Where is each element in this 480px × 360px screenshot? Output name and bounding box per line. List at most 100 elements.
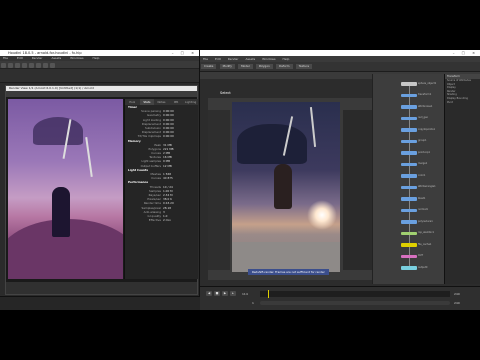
tool-icon[interactable] [8,62,13,68]
left-title-bar: Houdini 18.0.5 - arnold-for-houdini - fx… [0,50,199,56]
tool-icon[interactable] [36,62,41,68]
menu-render[interactable]: Render [32,56,43,60]
network-node-label: output0 [418,265,428,269]
timeline-cursor[interactable] [268,290,269,298]
menu-windows[interactable]: Windows [262,57,275,61]
tool-icon[interactable] [50,62,55,68]
viewport-label: Select [220,91,231,95]
tool-icon[interactable] [22,62,27,68]
viewport-caption: Redshift-render. Frames are not sufficie… [248,269,329,275]
network-node-label: blast1 [418,196,426,200]
menu-edit[interactable]: Edit [215,57,221,61]
right-title-bar: – □ × [200,50,480,56]
network-node-label: rop_alembic1 [418,231,435,234]
render-view-toolbar[interactable] [6,91,197,97]
frame-end: 240 [454,292,460,296]
tool-icon[interactable] [15,62,20,68]
network-view[interactable]: sphere_object1 transform1 attribnoise1 null… [372,74,444,284]
left-app-window: Houdini 18.0.5 - arnold-for-houdini - fx… [0,50,200,310]
current-frame[interactable]: 114 [242,292,248,296]
viewport-right-toolstrip[interactable] [343,110,373,270]
network-wire [408,189,410,197]
letterbox-bottom [0,310,480,360]
network-node-label: sphere_object1 [418,81,437,85]
render-preview [232,102,340,272]
scene-viewport[interactable]: Select Redshift-render. Frames are not s… [208,90,373,280]
network-wire [408,166,410,174]
person-figure [274,164,292,209]
network-wire [408,143,410,151]
frame-range-slider[interactable] [260,301,450,305]
left-toolbar [0,61,199,69]
network-node-label: color1 [418,173,426,177]
window-controls[interactable]: – □ × [172,50,197,56]
step-forward-button[interactable]: ▸ [230,291,236,296]
menu-assets[interactable]: Assets [51,56,61,60]
stats-value: 2 min [163,218,171,223]
staff-shape [309,107,317,147]
render-stats-panel: Pool Stats Notes IPR Lighting Timer Scene… [124,99,198,279]
menu-help[interactable]: Help [93,56,100,60]
stats-list: Timer Scene parsing 0:00:00 Geometry 0:00:00… [125,105,198,222]
tool-icon[interactable] [1,62,6,68]
render-view-window: Render View 1/1 (Arnold 6.0.1.0) [Untitl… [5,85,198,295]
shelf-tab-polygon[interactable]: Polygon [255,64,273,69]
network-node-label: merge1 [418,162,428,165]
left-window-title: Houdini 18.0.5 - arnold-for-houdini - fx… [8,51,82,55]
shelf-tab-modify[interactable]: Modify [219,64,235,69]
network-node-label: file_cache1 [418,242,432,246]
render-status-bar [6,282,197,294]
network-node-label: pointvop1 [418,150,431,154]
cloud-shape [237,124,307,164]
tool-icon[interactable] [29,62,34,68]
network-node[interactable] [401,266,417,270]
play-button[interactable]: ▶ [222,291,228,296]
menu-file[interactable]: File [3,56,8,60]
playbar: ◀ ■ ▶ ▸ 114 240 1 240 [200,286,480,310]
right-shelf: Create Modify Model Polygon Deform Textu… [200,62,480,72]
network-wire [408,120,410,128]
network-node-label: null_geo [418,116,429,119]
play-back-button[interactable]: ◀ [206,291,212,296]
left-timeline[interactable] [0,296,200,310]
shelf-tab-create[interactable]: Create [201,64,217,69]
right-app-window: – □ × File Edit Render Assets Windows He… [200,50,480,310]
network-node-label: group1 [418,139,427,142]
stats-key: Effective [148,218,161,223]
network-wire [408,177,410,186]
network-wire [408,223,410,232]
network-wire [408,85,410,94]
staff-shape [85,137,93,177]
network-node-label: transform1 [418,93,432,96]
network-node-label: OUT [418,254,424,257]
menu-file[interactable]: File [203,57,208,61]
stop-button[interactable]: ■ [214,291,220,296]
network-wire [408,212,410,220]
params-list: Source of Attributes Object Display Render S… [445,79,480,104]
window-controls[interactable]: – □ × [453,50,478,56]
menu-help[interactable]: Help [283,57,290,61]
menu-windows[interactable]: Windows [70,56,83,60]
menu-assets[interactable]: Assets [245,57,255,61]
shelf-tab-deform[interactable]: Deform [276,64,293,69]
tool-icon[interactable] [43,62,48,68]
stats-row: Effective 2 min [125,218,198,222]
letterbox-top [0,0,480,50]
network-node-label: polyreduce1 [418,219,433,223]
shelf-tab-model[interactable]: Model [238,64,253,69]
person-figure [52,187,70,237]
network-node-label: normal1 [418,208,428,211]
menu-render[interactable]: Render [228,57,239,61]
shelf-tab-texture[interactable]: Texture [295,64,313,69]
menu-edit[interactable]: Edit [17,56,23,60]
frame-start[interactable]: 1 [252,301,254,305]
timeline-track[interactable] [260,290,450,298]
left-shelf [0,69,199,83]
desktop-screen: Houdini 18.0.5 - arnold-for-houdini - fx… [0,50,480,310]
param-row[interactable]: Pivot [445,101,480,105]
network-node-label: attribnoise1 [418,104,433,108]
network-wire [408,235,410,243]
cloud-shape [33,117,83,145]
viewport-left-toolstrip[interactable] [208,110,230,270]
frame-end-field[interactable]: 240 [454,301,460,305]
